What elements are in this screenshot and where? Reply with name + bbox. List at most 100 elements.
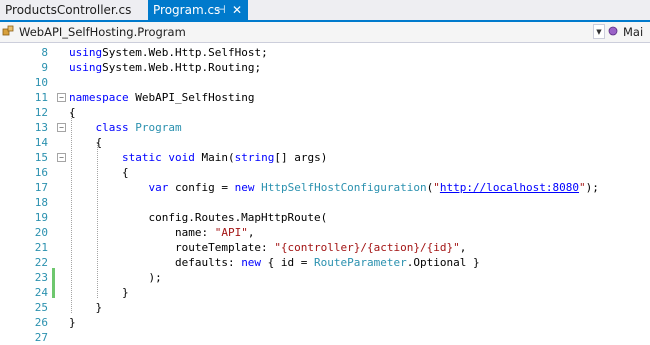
member-dropdown-label: Mai: [623, 25, 644, 39]
line-number: 25: [34, 301, 48, 314]
code-token: class: [95, 121, 129, 134]
code-token: using: [69, 61, 103, 74]
code-token: var: [148, 181, 169, 194]
code-text: routeTemplate: "{controller}/{action}/{i…: [69, 240, 466, 255]
line-number: 15: [34, 151, 48, 164]
code-token: );: [69, 271, 162, 284]
code-line[interactable]: 16 {: [0, 165, 650, 180]
code-text: defaults: new { id = RouteParameter.Opti…: [69, 255, 480, 270]
collapse-icon[interactable]: −: [57, 93, 66, 102]
code-token: using: [69, 46, 103, 59]
code-editor[interactable]: 8 usingSystem.Web.Http.SelfHost; 9 usingSys…: [0, 43, 650, 345]
code-token: http://localhost:8080: [439, 181, 579, 194]
close-icon[interactable]: ✕: [232, 0, 242, 20]
code-line[interactable]: 19 config.Routes.MapHttpRoute(: [0, 210, 650, 225]
code-token: new: [241, 256, 262, 269]
line-number: 16: [34, 166, 48, 179]
code-line[interactable]: 15− static void Main(string[] args): [0, 150, 650, 165]
navigation-bar: WebAPI_SelfHosting.Program ▼ Mai: [0, 22, 650, 43]
code-token: ": [433, 181, 440, 194]
chevron-down-icon[interactable]: ▼: [593, 24, 605, 39]
tab-products-controller[interactable]: ProductsController.cs: [0, 0, 148, 20]
line-number: 9: [41, 61, 48, 74]
code-token: RouteParameter: [314, 256, 407, 269]
tab-program[interactable]: Program.cs ⊣ ✕: [148, 0, 248, 20]
collapse-icon[interactable]: −: [57, 123, 66, 132]
code-token: defaults:: [69, 256, 242, 269]
code-line[interactable]: 20 name: "API",: [0, 225, 650, 240]
line-number: 11: [34, 91, 48, 104]
code-token: [] args): [274, 151, 328, 164]
document-tab-bar: ProductsController.cs Program.cs ⊣ ✕: [0, 0, 650, 22]
code-text: usingSystem.Web.Http.Routing;: [69, 60, 261, 75]
code-line[interactable]: 22 defaults: new { id = RouteParameter.O…: [0, 255, 650, 270]
code-token: ,: [459, 241, 467, 254]
line-number: 26: [34, 316, 48, 329]
code-line[interactable]: 18: [0, 195, 650, 210]
csharp-class-icon: [2, 24, 16, 42]
code-token: routeTemplate:: [69, 241, 275, 254]
code-token: { id =: [261, 256, 315, 269]
tab-label: Program.cs: [153, 3, 221, 17]
collapse-icon[interactable]: −: [57, 153, 66, 162]
line-number: 21: [34, 241, 48, 254]
code-line[interactable]: 10: [0, 75, 650, 90]
line-number: 17: [34, 181, 48, 194]
code-line[interactable]: 23 );: [0, 270, 650, 285]
code-line[interactable]: 13− class Program: [0, 120, 650, 135]
code-text: class Program: [69, 120, 182, 135]
line-number: 8: [41, 46, 48, 59]
member-dropdown[interactable]: Mai: [608, 23, 643, 42]
code-line[interactable]: 11− namespace WebAPI_SelfHosting: [0, 90, 650, 105]
code-token: );: [585, 181, 599, 194]
code-text: static void Main(string[] args): [69, 150, 327, 165]
line-number: 14: [34, 136, 48, 149]
code-token: }: [69, 286, 129, 299]
line-number: 19: [34, 211, 48, 224]
line-number: 24: [34, 286, 48, 299]
code-token: static: [121, 151, 162, 164]
code-line[interactable]: 24 }: [0, 285, 650, 300]
code-line[interactable]: 8 usingSystem.Web.Http.SelfHost;: [0, 45, 650, 60]
code-line[interactable]: 12 {: [0, 105, 650, 120]
line-number: 18: [34, 196, 48, 209]
type-dropdown[interactable]: WebAPI_SelfHosting.Program: [2, 23, 186, 42]
code-token: {: [69, 166, 129, 179]
code-line[interactable]: 25 }: [0, 300, 650, 315]
code-text: {: [69, 105, 76, 120]
code-text: name: "API",: [69, 225, 255, 240]
code-text: config.Routes.MapHttpRoute(: [69, 210, 327, 225]
code-token: "API": [214, 226, 248, 239]
code-token: }: [69, 301, 103, 314]
code-token: }: [69, 316, 76, 329]
code-text: {: [69, 135, 102, 150]
code-token: ,: [247, 226, 255, 239]
code-line[interactable]: 14 {: [0, 135, 650, 150]
line-number: 27: [34, 331, 48, 344]
line-number: 20: [34, 226, 48, 239]
code-text: var config = new HttpSelfHostConfigurati…: [69, 180, 599, 195]
line-number: 12: [34, 106, 48, 119]
code-text: {: [69, 165, 129, 180]
code-token: new: [234, 181, 255, 194]
code-token: WebAPI_SelfHosting: [128, 91, 255, 104]
code-token: System.Web.Http.SelfHost;: [102, 46, 268, 59]
code-token: .Optional }: [406, 256, 480, 269]
code-token: namespace: [69, 91, 129, 104]
code-text: }: [69, 300, 102, 315]
method-icon: [608, 24, 620, 42]
code-line[interactable]: 17 var config = new HttpSelfHostConfigur…: [0, 180, 650, 195]
type-dropdown-label: WebAPI_SelfHosting.Program: [19, 25, 186, 39]
code-line[interactable]: 21 routeTemplate: "{controller}/{action}…: [0, 240, 650, 255]
line-number: 22: [34, 256, 48, 269]
line-number: 23: [34, 271, 48, 284]
pin-icon[interactable]: ⊣: [216, 0, 226, 20]
code-token: Program: [135, 121, 182, 134]
code-line[interactable]: 26}: [0, 315, 650, 330]
code-line[interactable]: 9 usingSystem.Web.Http.Routing;: [0, 60, 650, 75]
code-token: config =: [168, 181, 235, 194]
code-line[interactable]: 27: [0, 330, 650, 345]
